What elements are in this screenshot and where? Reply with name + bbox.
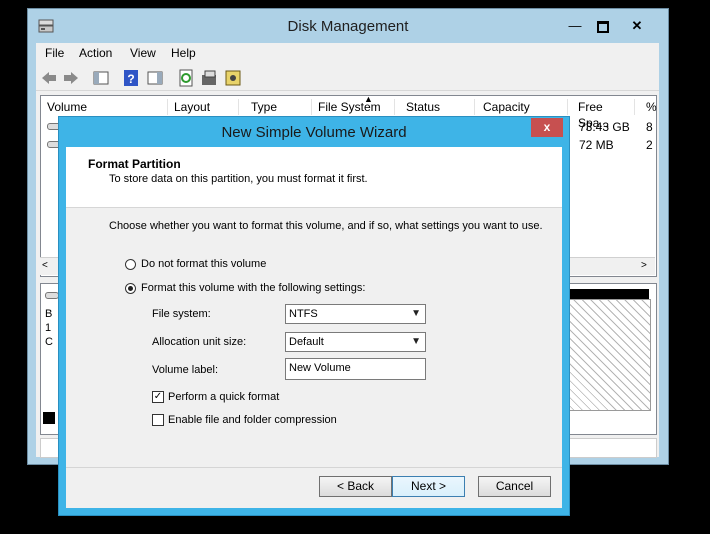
- row-2-free-space: 72 MB: [579, 138, 614, 152]
- unallocated-partition[interactable]: [565, 299, 651, 411]
- back-arrow-icon[interactable]: [40, 69, 58, 87]
- forward-arrow-icon[interactable]: [62, 69, 80, 87]
- volume-label-label: Volume label:: [152, 364, 219, 376]
- checkmark-icon: ✓: [153, 391, 163, 402]
- next-button[interactable]: Next >: [392, 476, 465, 497]
- column-header-file-system[interactable]: File System: [312, 99, 395, 115]
- maximize-button[interactable]: [590, 16, 616, 36]
- scroll-right-icon[interactable]: >: [641, 260, 647, 271]
- unallocated-header-bar: [565, 289, 649, 299]
- properties-pane-icon[interactable]: [146, 69, 164, 87]
- allocation-unit-size-label: Allocation unit size:: [152, 336, 247, 348]
- wizard-client: Format Partition To store data on this p…: [66, 147, 562, 508]
- column-header-capacity[interactable]: Capacity: [477, 99, 568, 115]
- instruction-text: Choose whether you want to format this v…: [109, 220, 543, 232]
- disk-label-line-3: C: [45, 336, 53, 348]
- disk-management-titlebar[interactable]: Disk Management — ✕: [28, 9, 668, 43]
- volume-label-value: New Volume: [289, 362, 351, 374]
- wizard-titlebar[interactable]: New Simple Volume Wizard: [59, 117, 569, 147]
- row-1-percent: 8: [646, 120, 653, 134]
- radio-selected-dot: [128, 286, 133, 291]
- footer-divider: [66, 467, 562, 468]
- row-1-free-space: 73.43 GB: [579, 120, 630, 134]
- settings-icon[interactable]: [224, 69, 242, 87]
- disk-label-line-2: 1: [45, 322, 52, 334]
- file-system-select[interactable]: NTFS ▼: [285, 304, 426, 324]
- toolbar: ?: [36, 66, 659, 91]
- back-button[interactable]: < Back: [319, 476, 392, 497]
- quick-format-checkbox[interactable]: ✓: [152, 391, 164, 403]
- column-header-free-space[interactable]: Free Spa...: [572, 99, 635, 130]
- volume-label-input[interactable]: New Volume: [285, 358, 426, 380]
- compression-label[interactable]: Enable file and folder compression: [168, 414, 337, 426]
- disk-icon: [45, 292, 59, 299]
- chevron-down-icon: ▼: [411, 336, 421, 347]
- rescan-disks-icon[interactable]: [200, 69, 218, 87]
- minimize-button[interactable]: —: [562, 16, 588, 36]
- column-header-status[interactable]: Status: [400, 99, 475, 115]
- wizard-close-button[interactable]: x: [531, 118, 563, 137]
- allocation-unit-size-value: Default: [289, 336, 324, 348]
- new-simple-volume-wizard: New Simple Volume Wizard x Format Partit…: [58, 116, 570, 516]
- file-system-label: File system:: [152, 308, 211, 320]
- close-icon: x: [543, 120, 551, 134]
- column-header-layout[interactable]: Layout: [168, 99, 239, 115]
- column-header-percent[interactable]: %: [640, 99, 657, 115]
- menu-view[interactable]: View: [130, 46, 156, 60]
- radio-do-not-format[interactable]: [125, 259, 136, 270]
- radio-format-volume[interactable]: [125, 283, 136, 294]
- file-system-value: NTFS: [289, 308, 318, 320]
- menu-action[interactable]: Action: [79, 46, 112, 60]
- page-title: Format Partition: [88, 157, 181, 171]
- console-tree-icon[interactable]: [92, 69, 110, 87]
- page-subtitle: To store data on this partition, you mus…: [109, 173, 368, 185]
- menu-help[interactable]: Help: [171, 46, 196, 60]
- compression-checkbox[interactable]: [152, 414, 164, 426]
- refresh-icon[interactable]: [177, 69, 195, 87]
- wizard-header: Format Partition To store data on this p…: [66, 147, 562, 208]
- help-icon[interactable]: ?: [122, 69, 140, 87]
- maximize-icon: [597, 20, 609, 33]
- wizard-title: New Simple Volume Wizard: [221, 124, 407, 141]
- column-header-type[interactable]: Type: [245, 99, 312, 115]
- svg-text:?: ?: [127, 72, 134, 86]
- disk-label-line-1: B: [45, 308, 53, 320]
- scroll-left-icon[interactable]: <: [42, 260, 48, 271]
- column-header-volume[interactable]: Volume: [41, 99, 168, 115]
- close-button[interactable]: ✕: [624, 16, 650, 36]
- chevron-down-icon: ▼: [411, 308, 421, 319]
- cancel-button[interactable]: Cancel: [478, 476, 551, 497]
- menu-file[interactable]: File: [45, 46, 64, 60]
- radio-format-volume-label[interactable]: Format this volume with the following se…: [141, 282, 365, 294]
- menu-bar: File Action View Help: [36, 43, 659, 63]
- quick-format-label[interactable]: Perform a quick format: [168, 391, 279, 403]
- row-2-percent: 2: [646, 138, 653, 152]
- radio-do-not-format-label[interactable]: Do not format this volume: [141, 258, 266, 270]
- sort-indicator-icon: ▲: [364, 94, 373, 104]
- legend-swatch: [43, 412, 55, 424]
- allocation-unit-size-select[interactable]: Default ▼: [285, 332, 426, 352]
